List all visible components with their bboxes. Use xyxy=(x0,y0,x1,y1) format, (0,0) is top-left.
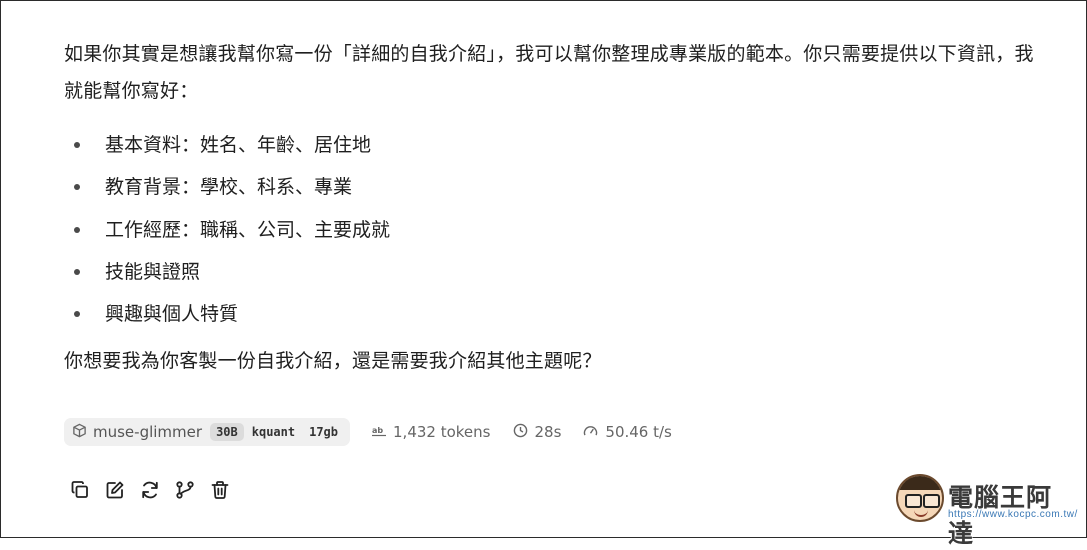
token-count: ab 1,432 tokens xyxy=(372,423,491,441)
edit-icon xyxy=(105,480,125,504)
cube-icon xyxy=(72,423,87,442)
speed: 50.46 t/s xyxy=(583,423,672,441)
speedometer-icon xyxy=(583,423,605,441)
list-item: 興趣與個人特質 xyxy=(64,293,1044,335)
delete-button[interactable] xyxy=(208,480,232,504)
duration-text: 28s xyxy=(534,423,562,441)
copy-button[interactable] xyxy=(68,480,92,504)
copy-icon xyxy=(70,480,90,504)
watermark-logo: 電腦王阿達 https://www.kocpc.com.tw/ xyxy=(896,472,1078,548)
tokens-icon: ab xyxy=(372,423,393,441)
watermark-url: https://www.kocpc.com.tw/ xyxy=(948,509,1078,520)
trash-icon xyxy=(210,480,230,504)
duration: 28s xyxy=(513,423,562,442)
list-item-text: 基本資料：姓名、年齡、居住地 xyxy=(105,134,372,156)
message-meta: muse-glimmer 30B kquant 17gb ab 1,432 to… xyxy=(64,418,672,446)
clock-icon xyxy=(513,423,535,442)
list-item: 教育背景：學校、科系、專業 xyxy=(64,166,1044,208)
mascot-face-icon xyxy=(896,474,944,522)
model-quant-tag: kquant xyxy=(251,425,296,439)
edit-button[interactable] xyxy=(103,480,127,504)
list-item: 工作經歷：職稱、公司、主要成就 xyxy=(64,209,1044,251)
tokens-text: 1,432 tokens xyxy=(393,423,491,441)
regenerate-button[interactable] xyxy=(138,480,162,504)
message-closing: 你想要我為你客製一份自我介紹，還是需要我介紹其他主題呢？ xyxy=(64,350,602,373)
list-item-text: 工作經歷：職稱、公司、主要成就 xyxy=(105,218,391,241)
message-actions xyxy=(68,480,243,504)
speed-text: 50.46 t/s xyxy=(605,423,672,441)
model-chip[interactable]: muse-glimmer 30B kquant 17gb xyxy=(64,418,351,446)
svg-text:ab: ab xyxy=(372,426,383,435)
bullet-icon xyxy=(74,226,80,233)
bullet-icon xyxy=(74,142,80,148)
model-size-tag: 30B xyxy=(210,423,244,441)
assistant-message: 如果你其實是想讓我幫你寫一份「詳細的自我介紹」，我可以幫你整理成專業版的範本。你… xyxy=(64,36,1044,380)
bullet-icon xyxy=(74,311,80,318)
bullet-icon xyxy=(74,268,80,275)
refresh-icon xyxy=(140,480,160,504)
message-list: 基本資料：姓名、年齡、居住地 教育背景：學校、科系、專業 工作經歷：職稱、公司、… xyxy=(64,124,1044,335)
message-intro: 如果你其實是想讓我幫你寫一份「詳細的自我介紹」，我可以幫你整理成專業版的範本。你… xyxy=(64,43,1034,102)
branch-icon xyxy=(175,480,195,504)
list-item: 技能與證照 xyxy=(64,251,1044,293)
branch-button[interactable] xyxy=(173,480,197,504)
bullet-icon xyxy=(74,184,80,191)
model-filesize-tag: 17gb xyxy=(309,425,339,439)
model-name: muse-glimmer xyxy=(93,423,203,441)
list-item: 基本資料：姓名、年齡、居住地 xyxy=(64,124,1044,166)
list-item-text: 興趣與個人特質 xyxy=(105,303,239,326)
list-item-text: 教育背景：學校、科系、專業 xyxy=(105,176,353,199)
list-item-text: 技能與證照 xyxy=(105,260,201,283)
